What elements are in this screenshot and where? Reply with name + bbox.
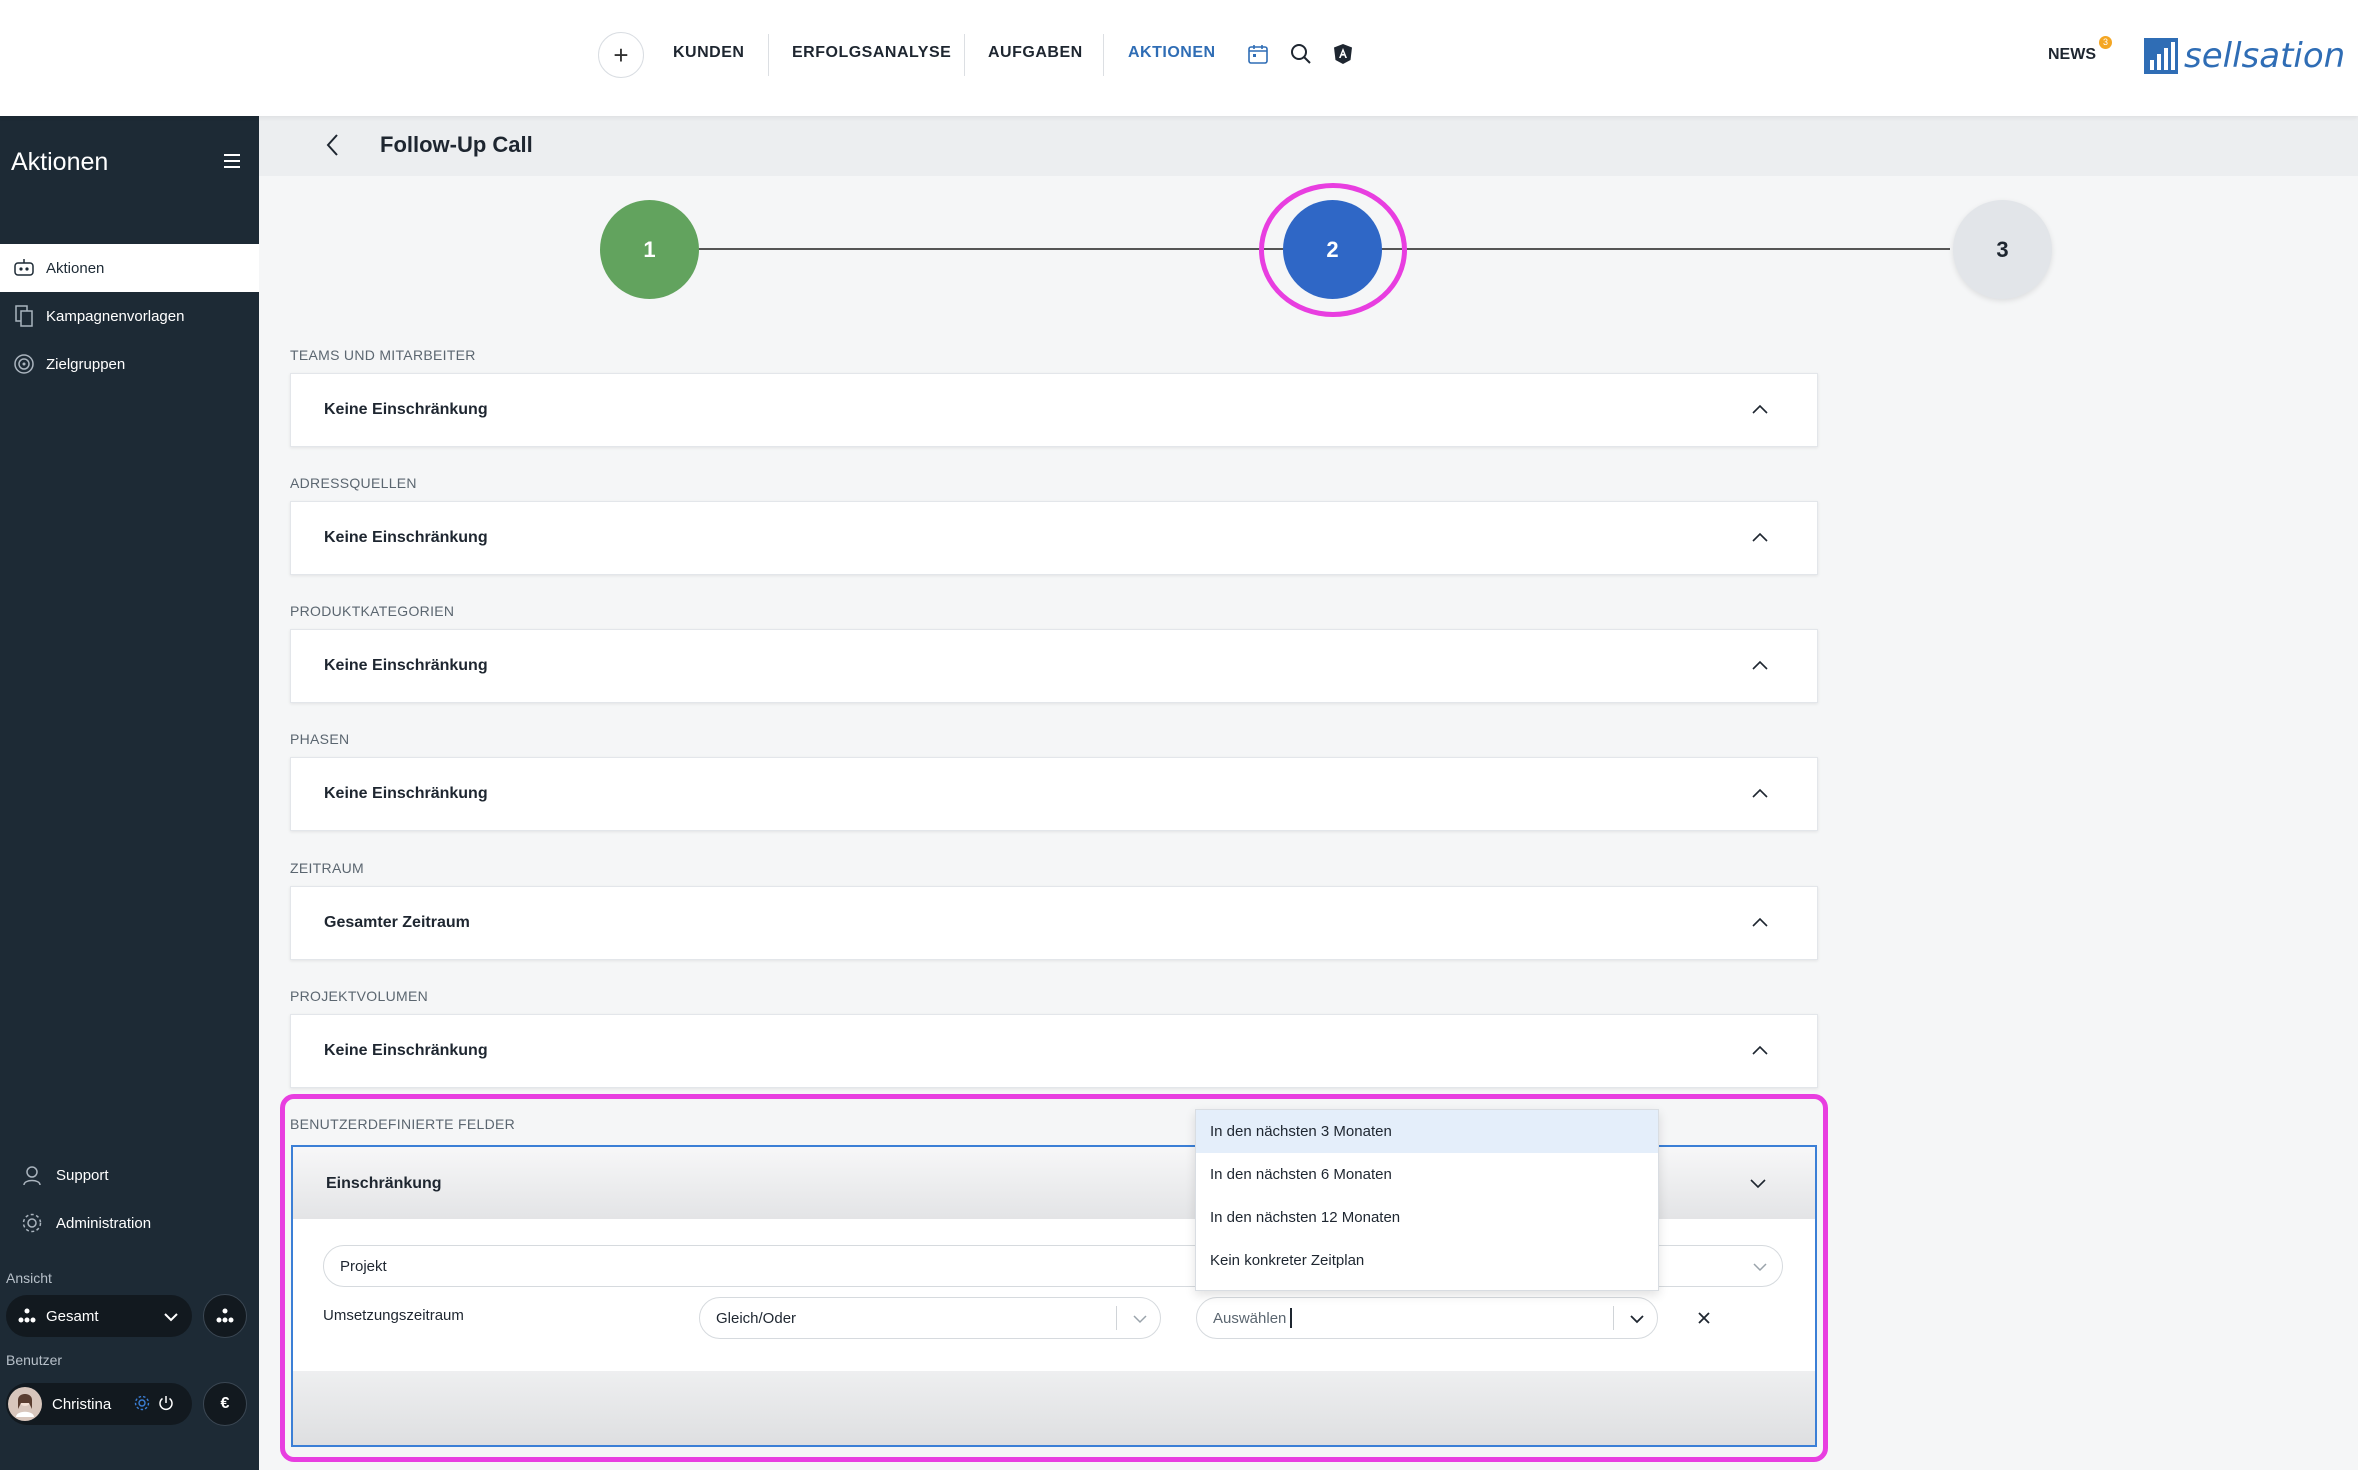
support-label: Support — [56, 1166, 109, 1184]
sidebar-item-kampagnenvorlagen[interactable]: Kampagnenvorlagen — [0, 292, 259, 340]
support-icon — [20, 1163, 44, 1187]
logo-text: sellsation — [2184, 36, 2346, 76]
dropdown-option[interactable]: In den nächsten 6 Monaten — [1196, 1153, 1658, 1196]
sellsation-logo: sellsation — [2144, 36, 2345, 74]
chevron-up-icon — [1752, 917, 1768, 927]
zeitraum-accordion[interactable]: Gesamter Zeitraum — [290, 886, 1818, 960]
chevron-up-icon — [1752, 404, 1768, 414]
sidebar-item-label: Kampagnenvorlagen — [46, 307, 185, 325]
user-pill[interactable]: Christina — [6, 1383, 192, 1425]
top-navigation: + KUNDEN ERFOLGSANALYSE AUFGABEN AKTIONE… — [0, 0, 2358, 116]
section-label-adressquellen: ADRESSQUELLEN — [290, 475, 417, 491]
menu-icon[interactable] — [224, 154, 240, 172]
step-3[interactable]: 3 — [1953, 200, 2052, 299]
adressquellen-value: Keine Einschränkung — [324, 529, 488, 546]
projektvolumen-accordion[interactable]: Keine Einschränkung — [290, 1014, 1818, 1088]
news-link[interactable]: NEWS — [2048, 46, 2096, 64]
sidebar: Aktionen Aktionen Kampagnenvorlagen Ziel… — [0, 116, 259, 1470]
produktkategorien-accordion[interactable]: Keine Einschränkung — [290, 629, 1818, 703]
nav-kunden[interactable]: KUNDEN — [673, 44, 744, 62]
section-label-zeitraum: ZEITRAUM — [290, 860, 364, 876]
angular-icon[interactable] — [1331, 42, 1355, 66]
currency-icon: € — [220, 1395, 230, 1412]
back-chevron-icon[interactable] — [322, 132, 344, 158]
user-settings-icon[interactable] — [134, 1395, 150, 1415]
nav-divider — [1103, 34, 1104, 76]
teams-value: Keine Einschränkung — [324, 401, 488, 418]
hierarchy-icon — [216, 1308, 234, 1323]
administration-link[interactable]: Administration — [0, 1203, 259, 1243]
nav-aufgaben[interactable]: AUFGABEN — [988, 44, 1083, 62]
plus-icon: + — [613, 39, 629, 70]
section-label-produktkategorien: PRODUKTKATEGORIEN — [290, 603, 455, 619]
news-badge: 3 — [2099, 36, 2112, 49]
dropdown-option[interactable]: Kein konkreter Zeitplan — [1196, 1239, 1658, 1282]
page-title: Follow-Up Call — [380, 132, 533, 157]
chevron-down-icon — [164, 1309, 178, 1326]
sidebar-item-zielgruppen[interactable]: Zielgruppen — [0, 340, 259, 388]
adressquellen-accordion[interactable]: Keine Einschränkung — [290, 501, 1818, 575]
calendar-icon[interactable] — [1246, 42, 1270, 66]
dropdown-option[interactable]: In den nächsten 12 Monaten — [1196, 1196, 1658, 1239]
target-icon — [12, 352, 36, 376]
hierarchy-button[interactable] — [203, 1294, 247, 1338]
teams-accordion[interactable]: Keine Einschränkung — [290, 373, 1818, 447]
administration-label: Administration — [56, 1214, 152, 1232]
step-2[interactable]: 2 — [1283, 200, 1382, 299]
sidebar-title: Aktionen — [11, 148, 109, 176]
avatar — [8, 1387, 42, 1421]
search-icon[interactable] — [1289, 42, 1313, 66]
user-name: Christina — [52, 1395, 112, 1413]
nav-aktionen[interactable]: AKTIONEN — [1128, 44, 1216, 62]
copy-icon — [12, 304, 36, 328]
nav-divider — [964, 34, 965, 76]
produktkategorien-value: Keine Einschränkung — [324, 657, 488, 674]
view-select[interactable]: Gesamt — [6, 1295, 192, 1337]
currency-button[interactable]: € — [203, 1382, 247, 1426]
support-link[interactable]: Support — [0, 1155, 259, 1195]
logo-bars-icon — [2144, 38, 2178, 74]
chevron-up-icon — [1752, 660, 1768, 670]
section-label-phasen: PHASEN — [290, 731, 350, 747]
page-header — [259, 116, 2358, 176]
chevron-up-icon — [1752, 532, 1768, 542]
chevron-up-icon — [1752, 788, 1768, 798]
nav-erfolgsanalyse[interactable]: ERFOLGSANALYSE — [792, 44, 951, 62]
view-value: Gesamt — [46, 1307, 99, 1325]
chevron-up-icon — [1752, 1045, 1768, 1055]
sidebar-item-aktionen[interactable]: Aktionen — [0, 244, 259, 292]
value-dropdown: In den nächsten 3 Monaten In den nächste… — [1195, 1109, 1659, 1291]
user-caption: Benutzer — [6, 1352, 63, 1368]
step-1[interactable]: 1 — [600, 200, 699, 299]
projektvolumen-value: Keine Einschränkung — [324, 1042, 488, 1059]
section-label-teams: TEAMS UND MITARBEITER — [290, 347, 476, 363]
phasen-accordion[interactable]: Keine Einschränkung — [290, 757, 1818, 831]
org-icon — [18, 1308, 36, 1324]
zeitraum-value: Gesamter Zeitraum — [324, 914, 470, 931]
view-caption: Ansicht — [6, 1270, 52, 1286]
sidebar-item-label: Aktionen — [46, 259, 105, 277]
add-button[interactable]: + — [598, 32, 644, 78]
sidebar-item-label: Zielgruppen — [46, 355, 126, 373]
gear-icon — [20, 1211, 44, 1235]
robot-icon — [12, 256, 36, 280]
power-icon[interactable] — [158, 1395, 174, 1415]
nav-divider — [768, 34, 769, 76]
dropdown-option[interactable]: In den nächsten 3 Monaten — [1196, 1110, 1658, 1153]
section-label-projektvolumen: PROJEKTVOLUMEN — [290, 988, 428, 1004]
phasen-value: Keine Einschränkung — [324, 785, 488, 802]
